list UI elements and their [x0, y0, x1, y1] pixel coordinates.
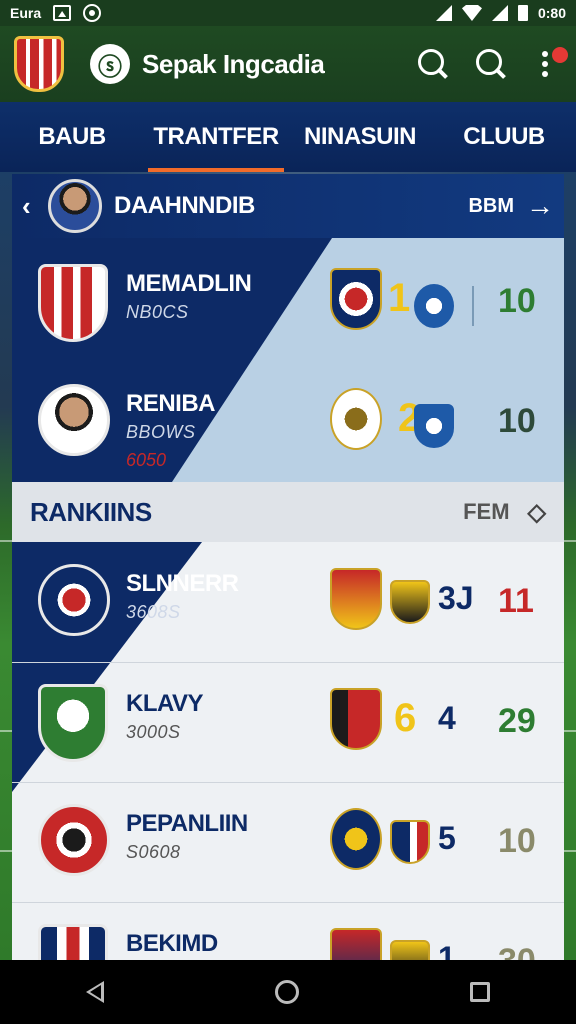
club-logo: [14, 36, 64, 92]
wifi-icon: [461, 5, 482, 21]
score-value: 29: [498, 702, 536, 740]
arrow-right-icon[interactable]: →: [526, 190, 554, 222]
table-row[interactable]: PEPANLIIN S0608 5 10: [12, 782, 564, 902]
home-icon[interactable]: [274, 980, 299, 1004]
away-badge-icon: [390, 580, 430, 624]
search-icon[interactable]: [416, 47, 450, 81]
record-icon: [83, 4, 102, 22]
home-badge-icon: [330, 568, 382, 630]
score-mid: 1: [388, 276, 411, 320]
rankings-filter-label: FEM: [463, 499, 510, 524]
club-crest-icon: [38, 924, 108, 962]
status-app-label: Eura: [10, 5, 42, 21]
team-name: KLAVY: [126, 690, 204, 717]
search-alt-icon[interactable]: [474, 47, 508, 81]
more-options-icon[interactable]: [532, 47, 568, 81]
away-badge-icon: [414, 404, 454, 448]
chevron-right-icon[interactable]: ◇: [528, 498, 546, 527]
tab-bar: BAUB TRANTFER NINASUIN CLUUB: [0, 102, 576, 172]
score-value: 10: [498, 822, 536, 860]
score-mid: 5: [438, 820, 456, 856]
home-badge-icon: [330, 388, 382, 450]
away-badge-icon: [390, 940, 430, 962]
notification-badge: [552, 47, 568, 63]
home-badge-icon: [330, 808, 382, 870]
match-card: MEMADLIN NB0CS 1 10 RENIBA BBOWS 6050 2 …: [12, 238, 564, 482]
status-time: 0:80: [537, 5, 566, 21]
score-value: 10: [498, 402, 536, 440]
team-name: SLNNERR: [126, 570, 239, 597]
list-item[interactable]: MEMADLIN NB0CS 1 10: [12, 242, 564, 362]
team-sub: S0608: [126, 842, 181, 862]
score-mid-2: 4: [438, 700, 456, 736]
image-icon: [53, 5, 72, 21]
home-badge-icon: [330, 688, 382, 750]
player-name: DAAHNNDIB: [114, 192, 255, 219]
score-value: 30: [498, 942, 536, 962]
score-value: 10: [498, 282, 536, 320]
team-name: PEPANLIIN: [126, 810, 248, 837]
app-bar: ⓢ Sepak Ingcadia: [0, 26, 576, 102]
app-icon: ⓢ: [90, 44, 130, 84]
score-mid: 3J: [438, 580, 474, 616]
signal-icon: [435, 5, 452, 21]
back-icon[interactable]: [85, 981, 104, 1003]
score-mid: 1: [438, 940, 456, 962]
score-value: 11: [498, 582, 534, 620]
rankings-list: SLNNERR 3608S 3J 11 KLAVY 3000S 6 4 29 P…: [12, 542, 564, 962]
team-sub: 3000S: [126, 722, 181, 742]
score-mid: 6: [394, 696, 417, 740]
team-name: BEKIMD: [126, 930, 218, 957]
system-nav-bar: [0, 960, 576, 1024]
tab-tranfter[interactable]: TRANTFER: [144, 102, 288, 172]
away-badge-icon: [390, 820, 430, 864]
cell-icon: [491, 5, 508, 21]
player-sub-2: 6050: [126, 450, 167, 470]
rankings-title: RANKIINS: [30, 496, 152, 527]
team-sub: NB0CS: [126, 302, 189, 322]
club-crest-icon: [38, 684, 108, 762]
team-name: MEMADLIN: [126, 270, 252, 297]
tab-cluub[interactable]: CLUUB: [432, 102, 576, 172]
recent-apps-icon[interactable]: [470, 982, 491, 1002]
away-badge-icon: [414, 284, 454, 328]
tab-ninasuin[interactable]: NINASUIN: [288, 102, 432, 172]
club-crest-icon: [38, 804, 110, 876]
player-header-label: BBM: [468, 194, 514, 217]
avatar: [48, 179, 102, 233]
club-crest-icon: [38, 264, 108, 342]
team-sub: 3608S: [126, 602, 181, 622]
player-name: RENIBA: [126, 390, 216, 417]
player-sub: BBOWS: [126, 422, 196, 442]
chevron-left-icon[interactable]: ‹: [22, 191, 48, 222]
home-badge-icon: [330, 928, 382, 962]
table-row[interactable]: BEKIMD 1 30: [12, 902, 564, 962]
player-header[interactable]: ‹ DAAHNNDIB BBM →: [12, 174, 564, 238]
list-item[interactable]: RENIBA BBOWS 6050 2 10: [12, 362, 564, 482]
battery-icon: [517, 5, 528, 21]
table-row[interactable]: SLNNERR 3608S 3J 11: [12, 542, 564, 662]
club-crest-icon: [38, 564, 110, 636]
player-photo-icon: [38, 384, 110, 456]
status-bar: Eura 0:80: [0, 0, 576, 26]
rankings-header[interactable]: RANKIINS FEM ◇: [12, 482, 564, 542]
app-title: Sepak Ingcadia: [142, 48, 325, 79]
table-row[interactable]: KLAVY 3000S 6 4 29: [12, 662, 564, 782]
home-badge-icon: [330, 268, 382, 330]
tab-baub[interactable]: BAUB: [0, 102, 144, 172]
